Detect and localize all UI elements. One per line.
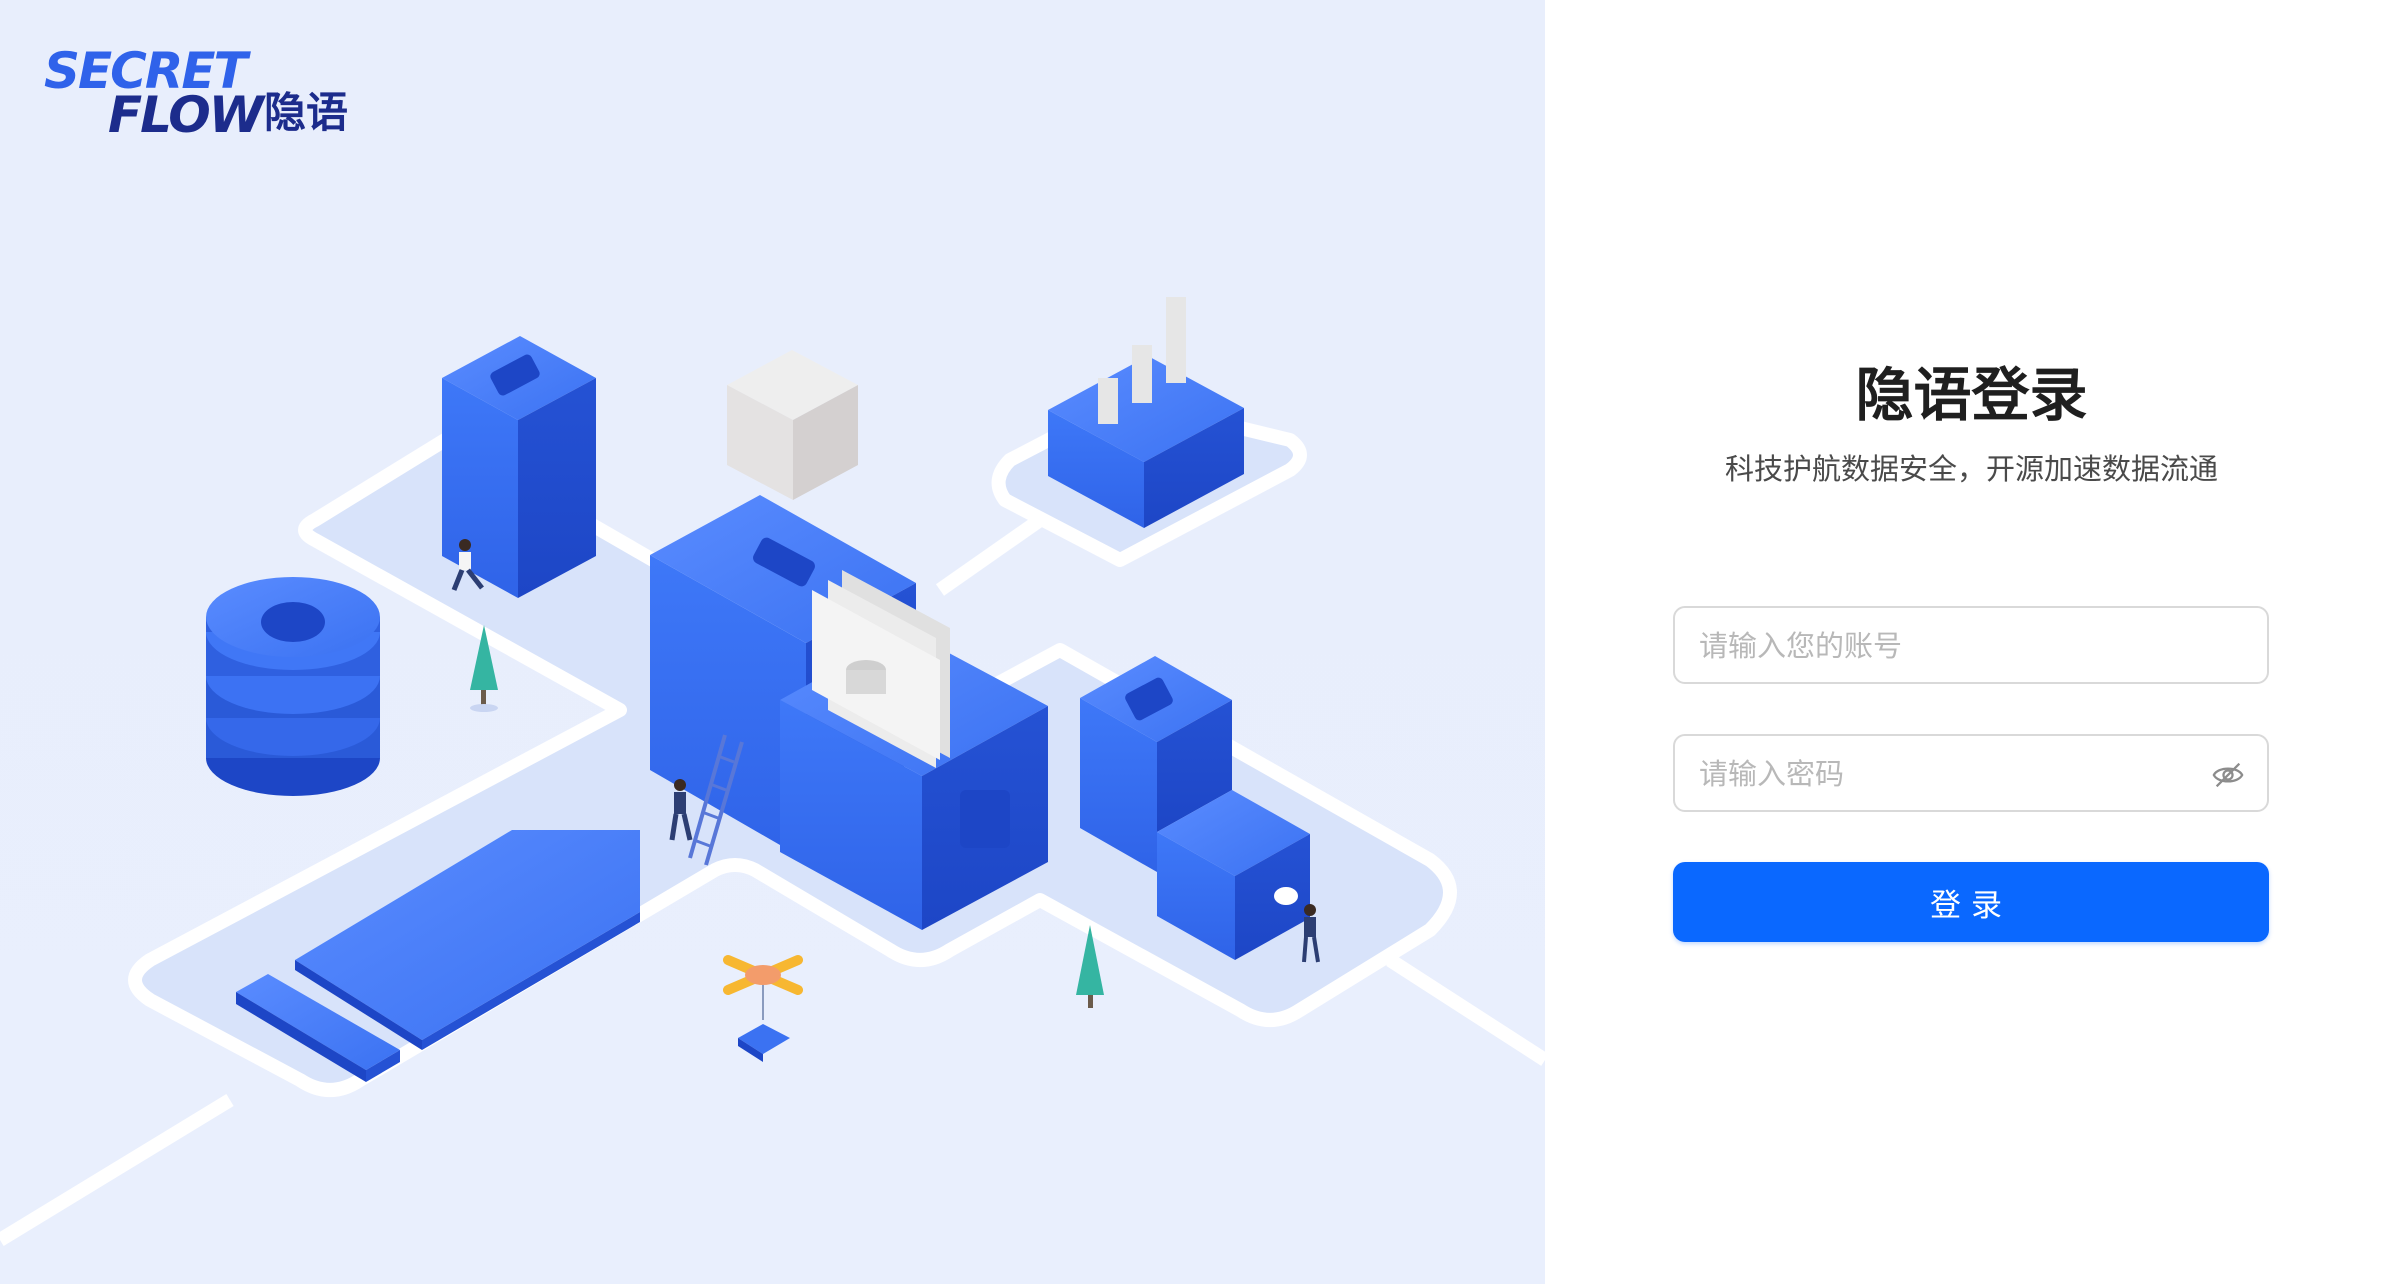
page-title: 隐语登录 <box>1855 361 2088 429</box>
isometric-data-illustration <box>0 297 1545 1246</box>
password-input[interactable] <box>1697 736 2221 812</box>
illustration-panel: SECRET FLOW 隐语 <box>0 0 1545 1284</box>
page-subtitle: 科技护航数据安全，开源加速数据流通 <box>1724 452 2218 486</box>
eye-off-icon[interactable] <box>2211 758 2245 792</box>
database-stack <box>206 577 380 796</box>
drone-icon <box>723 955 803 1062</box>
login-button[interactable]: 登录 <box>1673 862 2269 942</box>
username-field[interactable] <box>1673 606 2269 684</box>
username-input[interactable] <box>1697 608 2221 684</box>
password-field[interactable] <box>1673 734 2269 812</box>
